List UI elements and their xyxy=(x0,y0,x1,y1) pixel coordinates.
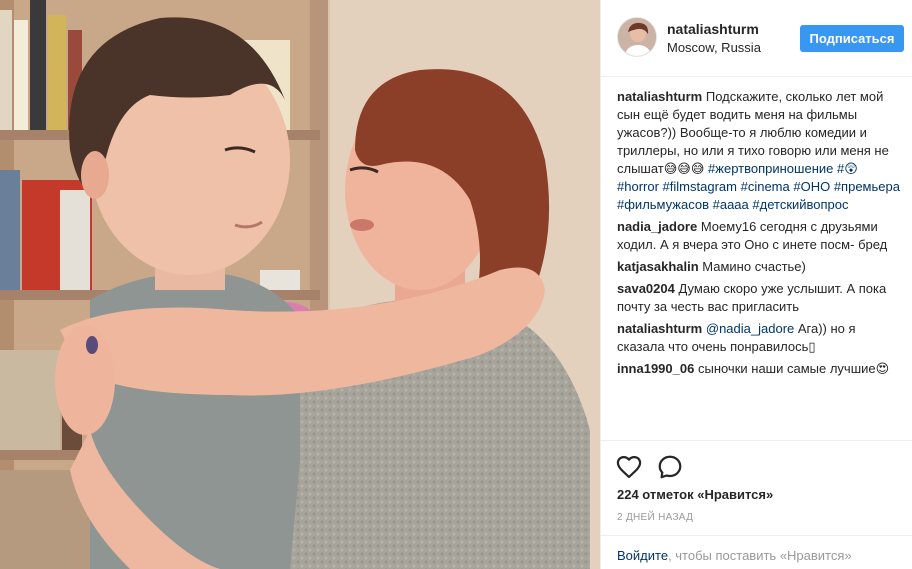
follow-button[interactable]: Подписаться xyxy=(800,25,904,52)
comment: nadia_jadore Моему16 сегодня с друзьями … xyxy=(617,218,902,254)
comment-username[interactable]: nataliashturm xyxy=(617,321,702,336)
comments-list: nataliashturm Подскажите, сколько лет мо… xyxy=(617,88,902,440)
comment-bubble-icon[interactable] xyxy=(656,453,684,481)
hashtag-link[interactable]: #детскийвопрос xyxy=(752,197,848,212)
login-link[interactable]: Войдите xyxy=(617,548,668,563)
caption: nataliashturm Подскажите, сколько лет мо… xyxy=(617,88,902,214)
hashtag-link[interactable]: #horror xyxy=(617,179,659,194)
post-actions: 224 отметок «Нравится» 2 ДНЕЙ НАЗАД Войд… xyxy=(601,440,912,569)
login-prompt-text: , чтобы поставить «Нравится» xyxy=(668,548,852,563)
comment-username[interactable]: sava0204 xyxy=(617,281,675,296)
hashtag-link[interactable]: #cinema xyxy=(741,179,790,194)
hashtag-link[interactable]: #фильмужасов xyxy=(617,197,709,212)
comment: sava0204 Думаю скоро уже услышит. А пока… xyxy=(617,280,902,316)
post-location[interactable]: Moscow, Russia xyxy=(667,40,761,55)
comment: katjasakhalin Мамино счастье) xyxy=(617,258,902,276)
hashtag-link[interactable]: #😲 xyxy=(837,161,858,176)
post-header: nataliashturm Moscow, Russia Подписаться xyxy=(601,0,912,77)
post-photo xyxy=(0,0,600,569)
post-sidebar: nataliashturm Moscow, Russia Подписаться… xyxy=(600,0,912,569)
heart-icon[interactable] xyxy=(615,453,643,481)
comment-username[interactable]: nadia_jadore xyxy=(617,219,697,234)
comment-username[interactable]: katjasakhalin xyxy=(617,259,699,274)
hashtag-link[interactable]: #ОНО xyxy=(793,179,830,194)
login-prompt: Войдите, чтобы поставить «Нравится» xyxy=(601,535,912,569)
author-username[interactable]: nataliashturm xyxy=(667,21,759,37)
avatar[interactable] xyxy=(617,17,657,57)
mention-link[interactable]: @nadia_jadore xyxy=(706,321,794,336)
hashtag-link[interactable]: #аааа xyxy=(713,197,749,212)
likes-count[interactable]: 224 отметок «Нравится» xyxy=(617,487,773,502)
post-age: 2 ДНЕЙ НАЗАД xyxy=(617,512,694,523)
comment: nataliashturm @nadia_jadore Ага)) но я с… xyxy=(617,320,902,356)
comment: inna1990_06 сыночки наши самые лучшие😍 xyxy=(617,360,902,378)
caption-username[interactable]: nataliashturm xyxy=(617,89,702,104)
comment-text: Мамино счастье) xyxy=(702,259,806,274)
hashtag-link[interactable]: #премьера xyxy=(834,179,900,194)
hashtag-link[interactable]: #жертвоприношение xyxy=(708,161,833,176)
comment-text: сыночки наши самые лучшие😍 xyxy=(697,361,890,376)
hashtag-link[interactable]: #filmstagram xyxy=(663,179,737,194)
comment-username[interactable]: inna1990_06 xyxy=(617,361,694,376)
